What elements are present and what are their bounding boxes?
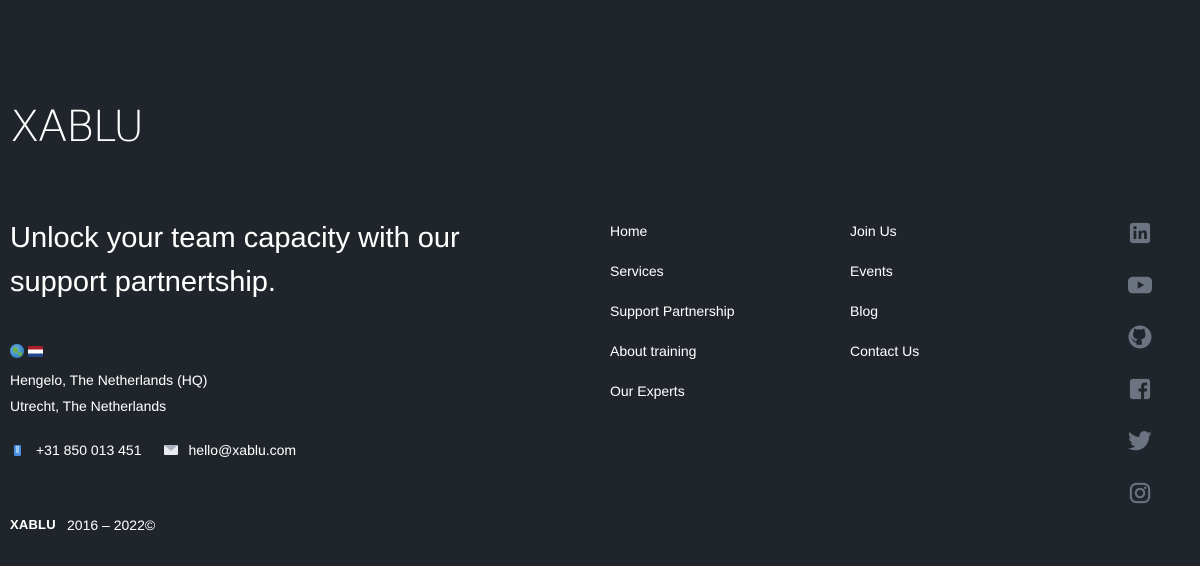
address-utrecht: Utrecht, The Netherlands [10,398,167,414]
youtube-icon[interactable] [1128,273,1152,297]
nav-link-join-us[interactable]: Join Us [850,222,919,262]
nav-link-events[interactable]: Events [850,262,919,302]
nav-link-blog[interactable]: Blog [850,302,919,342]
netherlands-flag-icon [28,345,43,357]
nav-link-our-experts[interactable]: Our Experts [610,382,735,422]
phone-link[interactable]: +31 850 013 451 [36,442,142,458]
globe-icon [10,344,24,358]
footer-nav-column-2: Join Us Events Blog Contact Us [850,222,919,382]
social-links [1128,221,1152,533]
nav-link-services[interactable]: Services [610,262,735,302]
github-icon[interactable] [1128,325,1152,349]
contact-row: +31 850 013 451 hello@xablu.com [10,440,296,460]
nav-link-home[interactable]: Home [610,222,735,262]
nav-link-about-training[interactable]: About training [610,342,735,382]
location-flags [10,344,43,358]
instagram-icon[interactable] [1128,481,1152,505]
nav-link-contact-us[interactable]: Contact Us [850,342,919,382]
linkedin-icon[interactable] [1128,221,1152,245]
twitter-icon[interactable] [1128,429,1152,453]
tagline: Unlock your team capacity with our suppo… [10,222,460,298]
mail-icon [163,445,178,455]
address-hengelo: Hengelo, The Netherlands (HQ) [10,372,208,388]
phone-icon [14,444,21,456]
xablu-logo[interactable]: XABLU [10,103,144,151]
footer-nav-column-1: Home Services Support Partnership About … [610,222,735,422]
nav-link-support-partnership[interactable]: Support Partnership [610,302,735,342]
email-link[interactable]: hello@xablu.com [189,442,297,458]
footer-brand: XABLU [10,517,56,532]
copyright-years: 2016 – 2022© [67,517,156,533]
facebook-icon[interactable] [1128,377,1152,401]
